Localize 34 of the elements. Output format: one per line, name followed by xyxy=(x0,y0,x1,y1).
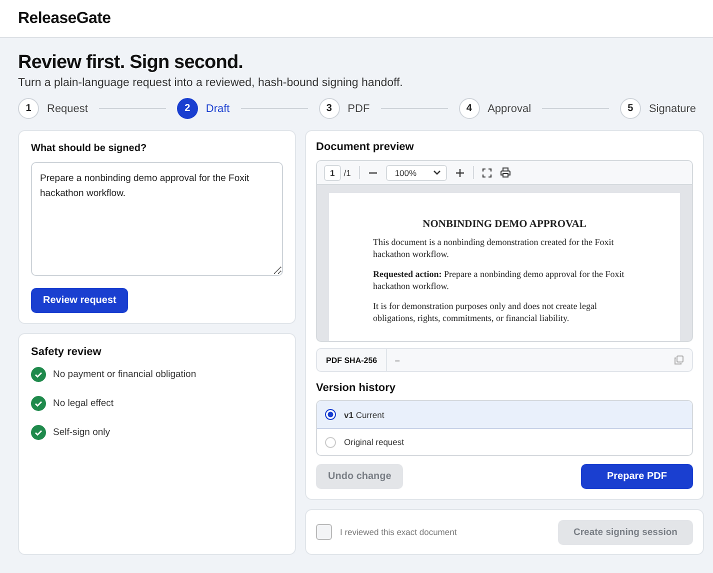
print-icon[interactable] xyxy=(500,167,511,178)
page-subtitle: Turn a plain-language request into a reviewed, hash-bound signing handoff. xyxy=(18,77,404,89)
hash-value: – xyxy=(394,356,401,364)
version-option[interactable]: Original request xyxy=(317,428,692,455)
page-title: Review first. Sign second. xyxy=(18,52,244,74)
safety-check-text: Self-sign only xyxy=(53,427,110,438)
section-title: Safety review xyxy=(31,346,102,358)
document-paragraph: This document is a nonbinding demonstration created for the Foxit hackathon workflow. xyxy=(373,236,615,260)
review-request-button[interactable]: Review request xyxy=(31,288,128,313)
safety-check-text: No payment or financial obligation xyxy=(53,369,196,380)
app-name: ReleaseGate xyxy=(18,10,111,28)
checkbox-label: I reviewed this exact document xyxy=(340,527,458,537)
document-heading: NONBINDING DEMO APPROVAL xyxy=(422,219,588,230)
zoom-select[interactable]: 100% xyxy=(386,164,447,180)
section-title: Version history xyxy=(316,382,396,394)
document-paragraph: It is for demonstration purposes only and does not create legal obligations, rights, commitments, or financial liability. xyxy=(373,300,598,324)
page-count: /1 xyxy=(344,168,351,178)
document-paragraph: Requested action: Prepare a nonbinding demo approval for the Foxit hackathon workflow. xyxy=(373,268,626,292)
hash-label: PDF SHA-256 xyxy=(317,349,388,371)
field-label: What should be signed? xyxy=(31,143,148,154)
request-text-field[interactable]: Prepare a nonbinding demo approval for the Foxit hackathon workflow. xyxy=(31,162,283,276)
zoom-in-icon[interactable] xyxy=(454,168,465,178)
step-tab[interactable]: 3 PDF xyxy=(318,98,370,119)
step-tab[interactable]: 4 Approval xyxy=(458,98,532,119)
version-option[interactable]: v1 Current xyxy=(317,401,692,428)
safety-check-text: No legal effect xyxy=(53,398,114,409)
step-tab[interactable]: 2 Draft xyxy=(176,98,230,119)
step-tab[interactable]: 1 Request xyxy=(18,98,88,119)
action-button[interactable]: Prepare PDF xyxy=(581,464,693,489)
section-title: Document preview xyxy=(316,141,415,153)
fullscreen-icon[interactable] xyxy=(482,168,492,178)
page-number-field[interactable]: 1 xyxy=(324,164,341,180)
chevron-down-icon xyxy=(432,170,441,176)
step-tab[interactable]: 5 Signature xyxy=(620,98,696,119)
